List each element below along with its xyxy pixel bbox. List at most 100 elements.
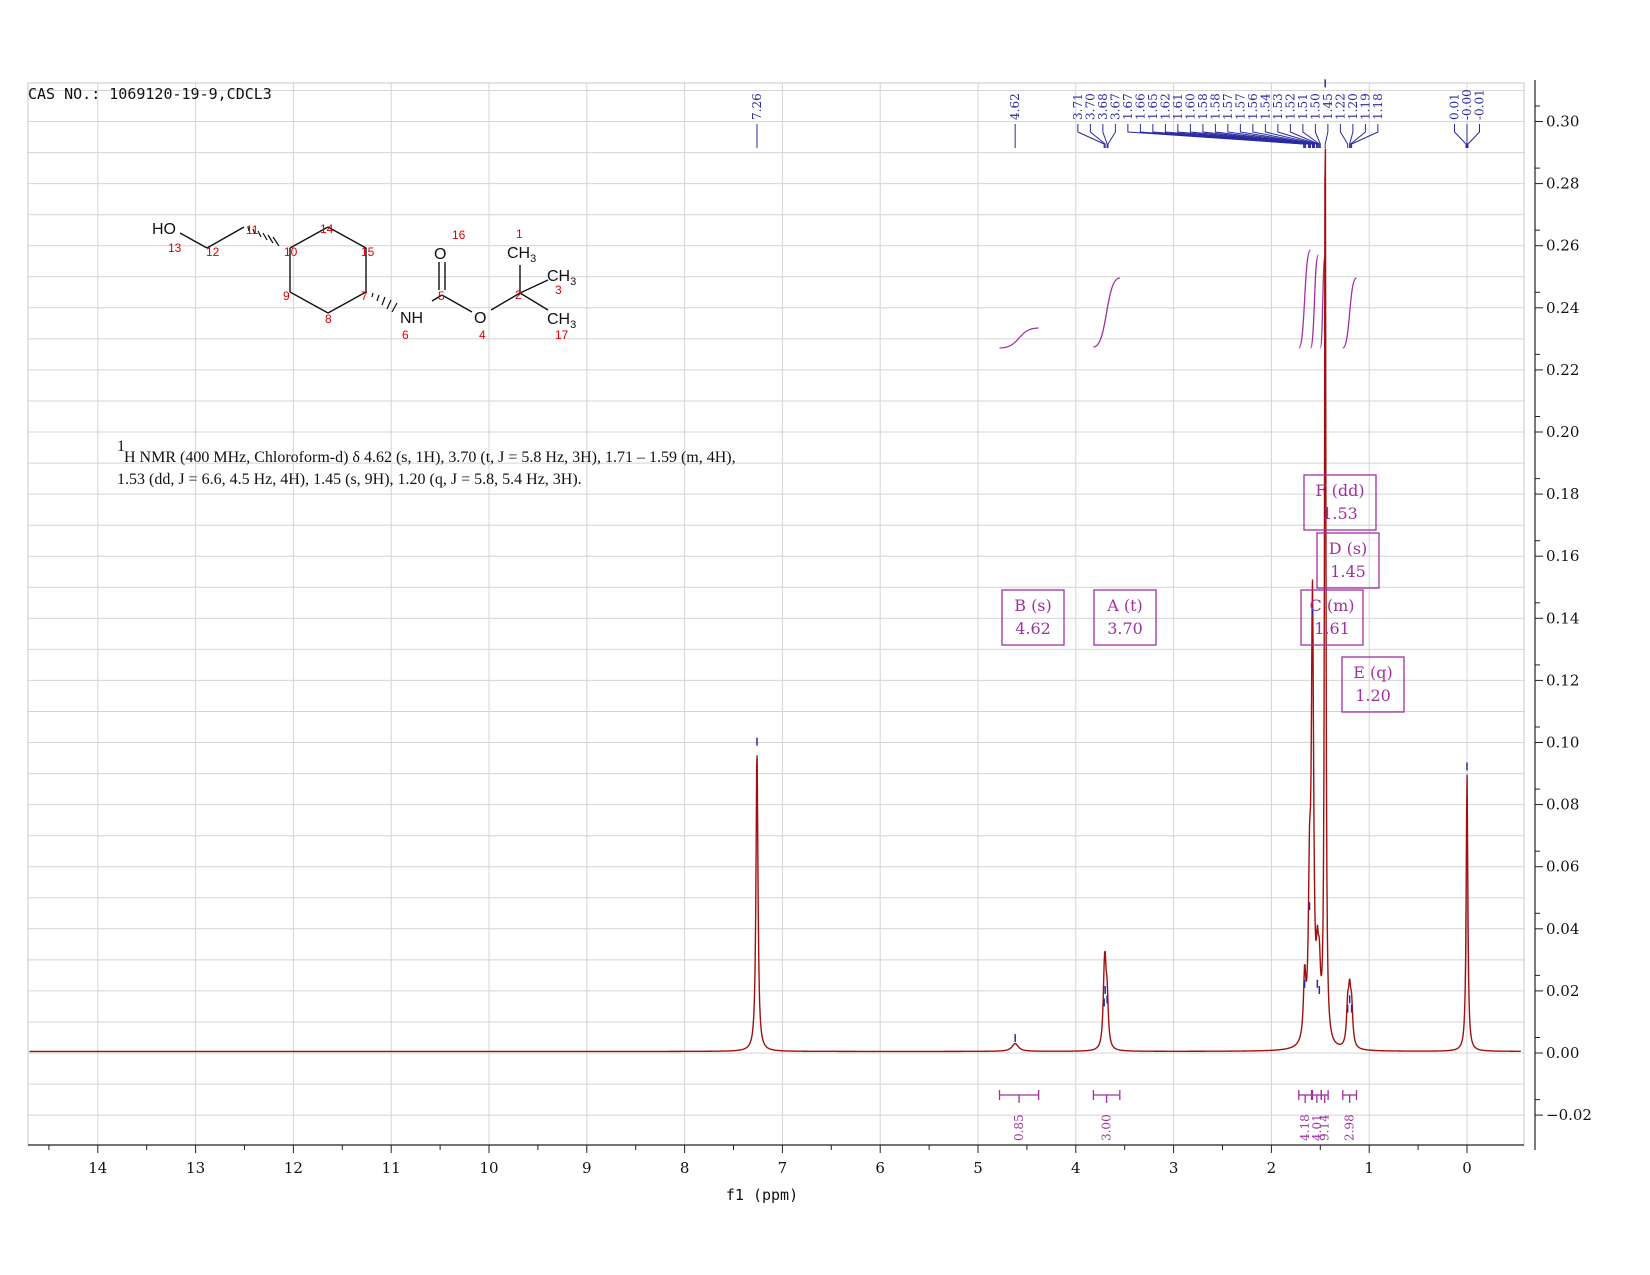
nmr-description-line2: 1.53 (dd, J = 6.6, 4.5 Hz, 4H), 1.45 (s,…: [117, 471, 582, 488]
y-tick-label: 0.02: [1546, 982, 1579, 1000]
atom-number: 10: [284, 245, 298, 259]
x-tick-label: 13: [186, 1159, 205, 1177]
nmr-spectrum-chart: CAS NO.: 1069120-19-9,CDCL3 1 H NMR (400…: [27, 79, 1592, 1204]
x-tick-label: 10: [479, 1159, 498, 1177]
peak-label: 4.62: [1008, 93, 1022, 120]
y-tick-label: 0.30: [1546, 113, 1579, 131]
x-tick-label: 8: [680, 1159, 690, 1177]
atom-number: 13: [168, 241, 182, 255]
peak-label-leader: [1339, 124, 1349, 148]
y-tick-label: 0.24: [1546, 299, 1579, 317]
y-tick-label: 0.12: [1546, 671, 1579, 689]
y-tick-label: 0.22: [1546, 361, 1579, 379]
multiplet-shift: 1.61: [1314, 619, 1350, 638]
x-tick-label: 14: [88, 1159, 107, 1177]
multiplet-shift: 3.70: [1107, 619, 1143, 638]
multiplet-boxes: B (s) 4.62 A (t) 3.70 F (dd) 1.53 D (s) 1.45 C (…: [1001, 474, 1405, 713]
atom-number: 3: [555, 283, 562, 297]
atom-number: 9: [283, 289, 290, 303]
nmr-description: 1 H NMR (400 MHz, Chloroform-d) δ 4.62 (…: [117, 438, 736, 488]
atom-number: 14: [320, 222, 334, 236]
integral-value: 3.00: [1100, 1114, 1114, 1141]
atom-number: 15: [361, 245, 375, 259]
y-tick-label: 0.26: [1546, 237, 1579, 255]
x-tick-label: 6: [875, 1159, 885, 1177]
x-axis-label: f1 (ppm): [726, 1186, 798, 1204]
spectrum-line: [29, 148, 1521, 1053]
atom-number: 12: [206, 245, 220, 259]
y-tick-label: 0.28: [1546, 175, 1579, 193]
atom-number: 17: [555, 328, 569, 342]
integral-curve: [1309, 254, 1319, 349]
y-tick-label: 0.00: [1546, 1044, 1579, 1062]
atom-number: 5: [438, 289, 445, 303]
y-tick-label: 0.04: [1546, 920, 1579, 938]
peak-label-leader: [1077, 124, 1105, 148]
atom-number: 16: [452, 228, 466, 242]
nmr-description-line1: H NMR (400 MHz, Chloroform-d) δ 4.62 (s,…: [124, 449, 736, 466]
atom-ch3-top: CH3: [507, 245, 536, 265]
y-tick-label: 0.20: [1546, 423, 1579, 441]
peak-labels: 7.26 4.62 3.713.703.683.671.671.661.651.62…: [750, 89, 1487, 148]
peak-label-leader: [1351, 124, 1379, 148]
bond: [519, 279, 549, 294]
multiplet-name: B (s): [1014, 596, 1052, 615]
x-tick-label: 12: [284, 1159, 303, 1177]
y-tick-label: 0.14: [1546, 609, 1579, 627]
multiplet-name: C (m): [1310, 596, 1355, 615]
integral-curve: [999, 327, 1039, 349]
multiplet-name: E (q): [1353, 663, 1393, 682]
x-tick-label: 7: [778, 1159, 788, 1177]
y-tick-label: 0.08: [1546, 796, 1579, 814]
y-tick-label: 0.06: [1546, 858, 1579, 876]
multiplet-shift: 4.62: [1015, 619, 1051, 638]
atom-o-ester: O: [474, 310, 486, 327]
multiplet-name: F (dd): [1315, 481, 1364, 500]
grid: [28, 83, 1524, 1145]
multiplet-name: A (t): [1106, 596, 1143, 615]
y-tick-label: 0.16: [1546, 547, 1579, 565]
x-tick-label: 3: [1169, 1159, 1179, 1177]
peak-label: 1.18: [1371, 93, 1385, 120]
chemical-structure: HO O CH3 CH3 CH3 NH O 13 12 11 10 14 15 …: [152, 221, 576, 342]
atom-number: 1: [516, 227, 523, 241]
atom-ho: HO: [152, 221, 176, 238]
atom-number: 2: [515, 288, 522, 302]
atom-number: 6: [402, 328, 409, 342]
multiplet-shift: 1.53: [1322, 504, 1358, 523]
y-tick-label: 0.10: [1546, 734, 1579, 752]
cas-label: CAS NO.: 1069120-19-9,CDCL3: [28, 85, 272, 103]
integral-value: 0.85: [1012, 1114, 1026, 1141]
multiplet-shift: 1.20: [1355, 686, 1391, 705]
atom-nh: NH: [400, 310, 423, 327]
peak-label: -0.01: [1473, 89, 1487, 120]
integral-curve: [1342, 277, 1358, 349]
plot-frame: [27, 82, 1525, 1146]
x-tick-label: 0: [1462, 1159, 1472, 1177]
x-tick-label: 1: [1364, 1159, 1374, 1177]
integral-value: 9.14: [1318, 1114, 1332, 1141]
atom-number: 8: [325, 312, 332, 326]
atom-number: 11: [246, 223, 259, 237]
y-tick-label: 0.18: [1546, 485, 1579, 503]
x-tick-label: 2: [1267, 1159, 1277, 1177]
multiplet-shift: 1.45: [1330, 562, 1366, 581]
multiplet-name: D (s): [1329, 539, 1368, 558]
x-tick-label: 9: [582, 1159, 592, 1177]
integral-curve: [1298, 249, 1312, 349]
x-tick-label: 11: [382, 1159, 401, 1177]
peak-label: 7.26: [750, 93, 764, 120]
stereo-bond-hash: [371, 292, 398, 313]
peak-label-leader: [1454, 124, 1467, 148]
x-tick-label: 4: [1071, 1159, 1081, 1177]
integral-curve: [1093, 277, 1121, 348]
y-tick-label: −0.02: [1546, 1106, 1592, 1124]
peak-label-leader: [1107, 124, 1116, 148]
integral-value: 2.98: [1343, 1114, 1357, 1141]
atom-number: 4: [479, 328, 486, 342]
peak-label-leader: [1324, 124, 1329, 148]
x-tick-label: 5: [973, 1159, 983, 1177]
atom-o-carbonyl: O: [434, 246, 446, 263]
bond: [289, 291, 329, 314]
peak-label-leader: [1467, 124, 1480, 148]
